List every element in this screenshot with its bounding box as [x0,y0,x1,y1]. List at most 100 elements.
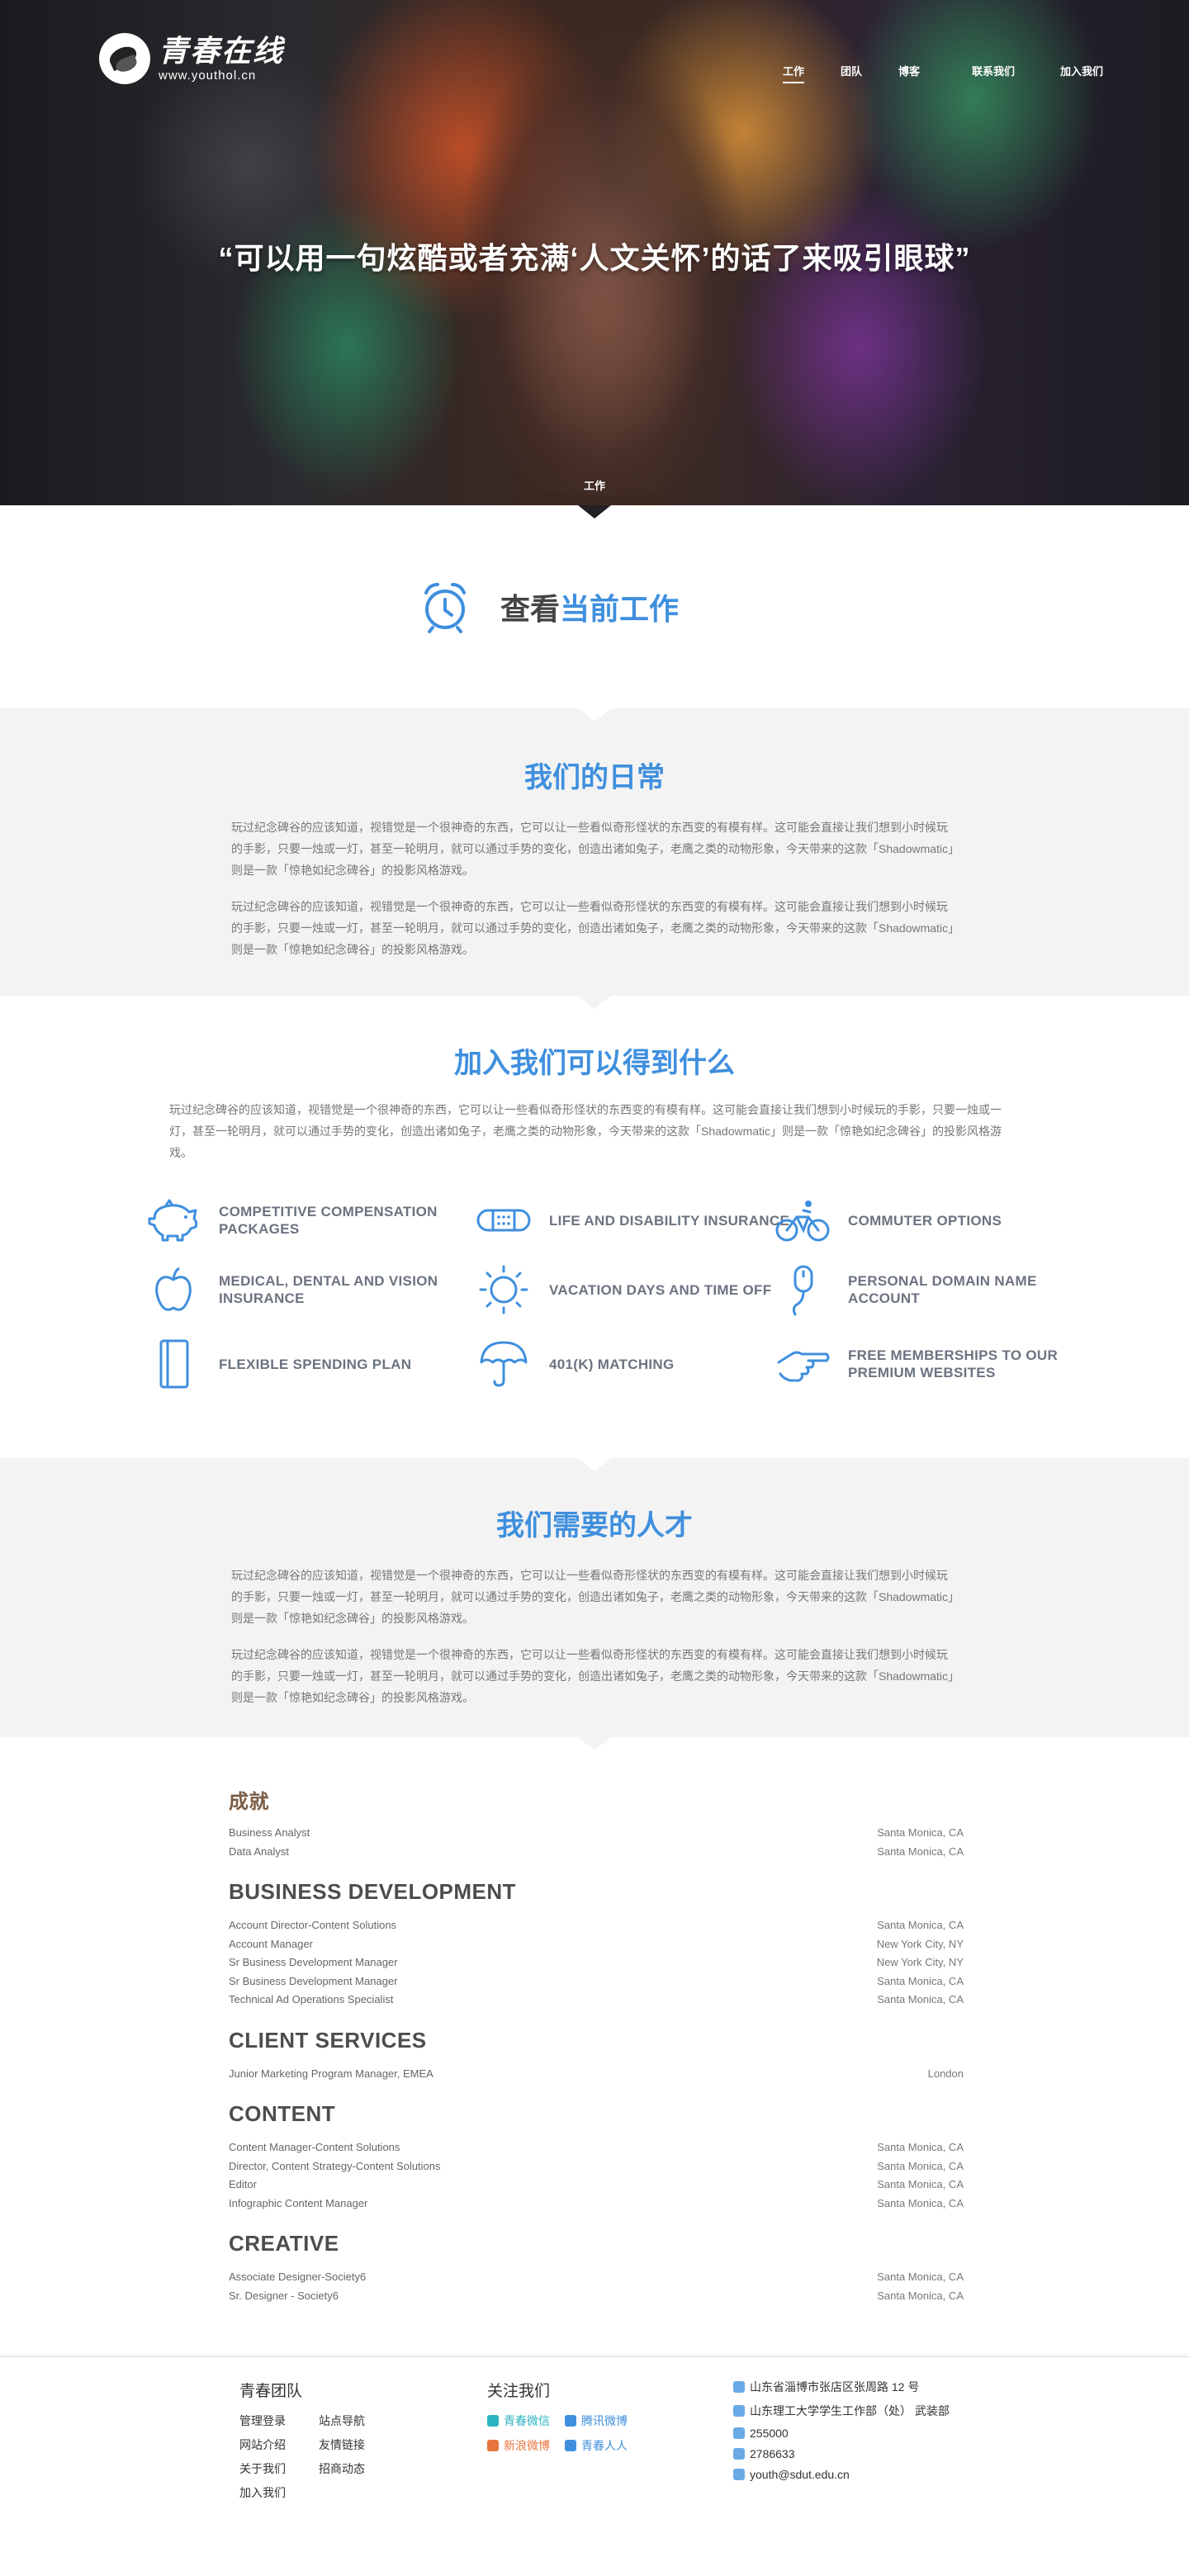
job-location: Santa Monica, CA [877,2141,964,2153]
footer-follow-column: 关注我们 青春微信 腾讯微博 新浪微博 青春人人 [487,2379,642,2454]
job-row[interactable]: Sr Business Development Manager Santa Mon… [229,1972,964,1991]
job-row[interactable]: Sr. Designer - Society6 Santa Monica, CA [229,2287,964,2306]
job-group: CONTENT Content Manager-Content Solution… [229,2101,964,2213]
site-logo[interactable]: 青春在线 www.youthol.cn [99,33,284,84]
job-title[interactable]: Content Manager-Content Solutions [229,2138,400,2157]
job-location: Santa Monica, CA [877,1919,964,1931]
current-work-prefix: 查看 [500,592,561,626]
job-group-heading: CLIENT SERVICES [229,2027,427,2053]
job-title[interactable]: Junior Marketing Program Manager, EMEA [229,2065,433,2084]
contact-text[interactable]: youth@sdut.edu.cn [750,2468,850,2481]
social-link-wechat[interactable]: 青春微信 [487,2413,565,2429]
job-row[interactable]: Account Director-Content Solutions Santa … [229,1916,964,1935]
nav-item-contact[interactable]: 联系我们 [972,63,1015,82]
benefits-paragraph: 玩过纪念碑谷的应该知道，视错觉是一个很神奇的东西，它可以让一些看似奇形怪状的东西… [169,1103,1002,1159]
job-title[interactable]: Technical Ad Operations Specialist [229,1991,393,2010]
job-row[interactable]: Technical Ad Operations Specialist Santa … [229,1991,964,2010]
benefit-item: COMMUTER OPTIONS [774,1194,1096,1247]
job-row[interactable]: Sr Business Development Manager New York … [229,1953,964,1972]
benefits-section: 加入我们可以得到什么 玩过纪念碑谷的应该知道，视错觉是一个很神奇的东西，它可以让… [0,996,1189,1458]
job-location: New York City, NY [876,1956,964,1968]
social-link-tencent-weibo[interactable]: 腾讯微博 [565,2413,642,2429]
benefit-label: FREE MEMBERSHIPS TO OUR PREMIUM WEBSITES [848,1347,1059,1380]
job-title[interactable]: Account Manager [229,1935,313,1954]
current-work-highlight: 当前工作 [560,592,680,626]
job-row[interactable]: Editor Santa Monica, CA [229,2176,964,2195]
benefit-item: FLEXIBLE SPENDING PLAN [144,1338,467,1390]
contact-text: 255000 [750,2427,789,2440]
footer-link[interactable]: 网站介绍 [239,2436,319,2453]
bandage-icon [476,1209,531,1232]
job-location: Santa Monica, CA [877,1826,964,1839]
job-title[interactable]: Business Analyst [229,1824,310,1843]
social-label: 腾讯微博 [581,2414,628,2427]
job-group: CREATIVE Associate Designer-Society6 Sant… [229,2231,964,2305]
job-title[interactable]: Sr. Designer - Society6 [229,2287,339,2306]
alarm-clock-icon [424,583,466,633]
building-icon [733,2405,745,2417]
apple-icon [155,1267,192,1311]
phone-icon [733,2448,745,2460]
contact-phone: 2786633 [733,2447,950,2460]
hero-tab-label: 工作 [583,480,605,492]
social-link-sina-weibo[interactable]: 新浪微博 [487,2437,565,2454]
benefit-label: LIFE AND DISABILITY INSURANCE [549,1212,790,1229]
job-title[interactable]: Editor [229,2176,257,2195]
footer-link[interactable]: 管理登录 [239,2413,319,2429]
section-pointer [578,1737,611,1750]
sina-weibo-icon [487,2440,499,2451]
talent-section: 我们需要的人才 玩过纪念碑谷的应该知道，视错觉是一个很神奇的东西，它可以让一些看… [0,1458,1189,1737]
location-icon [733,2381,745,2393]
talent-paragraph: 玩过纪念碑谷的应该知道，视错觉是一个很神奇的东西，它可以让一些看似奇形怪状的东西… [231,1648,955,1704]
job-title[interactable]: Sr Business Development Manager [229,1972,398,1991]
benefit-item: 401(K) MATCHING [475,1338,797,1390]
job-row[interactable]: Account Manager New York City, NY [229,1935,964,1954]
hero-quote: “可以用一句炫酷或者充满‘人文关怀’的话了来吸引眼球” [218,241,971,275]
job-row[interactable]: Junior Marketing Program Manager, EMEA Lo… [229,2065,964,2084]
daily-section: 我们的日常 玩过纪念碑谷的应该知道，视错觉是一个很神奇的东西，它可以让一些看似奇… [0,708,1189,996]
benefit-label: COMMUTER OPTIONS [848,1212,1002,1229]
job-row[interactable]: Associate Designer-Society6 Santa Monica,… [229,2268,964,2287]
notebook-icon [159,1339,189,1389]
job-title[interactable]: Associate Designer-Society6 [229,2268,366,2287]
site-footer: 青春团队 管理登录 站点导航 网站介绍 友情链接 关于我们 招商动态 加入我们 … [0,2356,1189,2563]
job-row[interactable]: Content Manager-Content Solutions Santa M… [229,2138,964,2157]
footer-link[interactable]: 关于我们 [239,2460,319,2477]
footer-team-column: 青春团队 管理登录 站点导航 网站介绍 友情链接 关于我们 招商动态 加入我们 [239,2379,398,2501]
job-row[interactable]: Business Analyst Santa Monica, CA [229,1824,964,1843]
job-location: Santa Monica, CA [877,1974,964,1987]
nav-item-team[interactable]: 团队 [841,63,862,82]
footer-link[interactable]: 站点导航 [319,2413,398,2429]
job-group: BUSINESS DEVELOPMENT Account Director-Co… [229,1879,964,2010]
nav-item-join[interactable]: 加入我们 [1060,63,1103,82]
benefit-item: FREE MEMBERSHIPS TO OUR PREMIUM WEBSITES [774,1338,1096,1390]
contact-postcode: 255000 [733,2427,950,2440]
job-group-heading: CREATIVE [229,2231,339,2256]
section-pointer [578,1458,611,1471]
job-title[interactable]: Director, Content Strategy-Content Solut… [229,2157,441,2176]
job-title[interactable]: Data Analyst [229,1843,289,1862]
current-work-title[interactable]: 查看当前工作 [500,585,679,628]
benefit-item: VACATION DAYS AND TIME OFF [475,1263,797,1316]
footer-link[interactable]: 友情链接 [319,2436,398,2453]
current-work-section: 查看当前工作 [0,505,1189,708]
job-title[interactable]: Sr Business Development Manager [229,1953,398,1972]
footer-link[interactable]: 招商动态 [319,2460,398,2477]
job-row[interactable]: Director, Content Strategy-Content Solut… [229,2157,964,2176]
piggy-bank-icon [148,1199,198,1242]
contact-email[interactable]: youth@sdut.edu.cn [733,2468,950,2481]
footer-link[interactable]: 加入我们 [239,2484,319,2501]
job-title[interactable]: Infographic Content Manager [229,2195,367,2214]
social-label: 青春人人 [581,2439,628,2452]
job-row[interactable]: Infographic Content Manager Santa Monica,… [229,2195,964,2214]
contact-text: 2786633 [750,2447,795,2460]
nav-item-work[interactable]: 工作 [783,63,805,83]
job-location: Santa Monica, CA [877,2159,964,2172]
job-group-heading: BUSINESS DEVELOPMENT [229,1879,517,1904]
social-link-renren[interactable]: 青春人人 [565,2437,642,2454]
job-title[interactable]: Account Director-Content Solutions [229,1916,396,1935]
section-pointer [578,505,611,519]
job-row[interactable]: Data Analyst Santa Monica, CA [229,1843,964,1862]
nav-item-blog[interactable]: 博客 [898,63,920,82]
benefit-item: MEDICAL, DENTAL AND VISION INSURANCE [144,1263,467,1316]
